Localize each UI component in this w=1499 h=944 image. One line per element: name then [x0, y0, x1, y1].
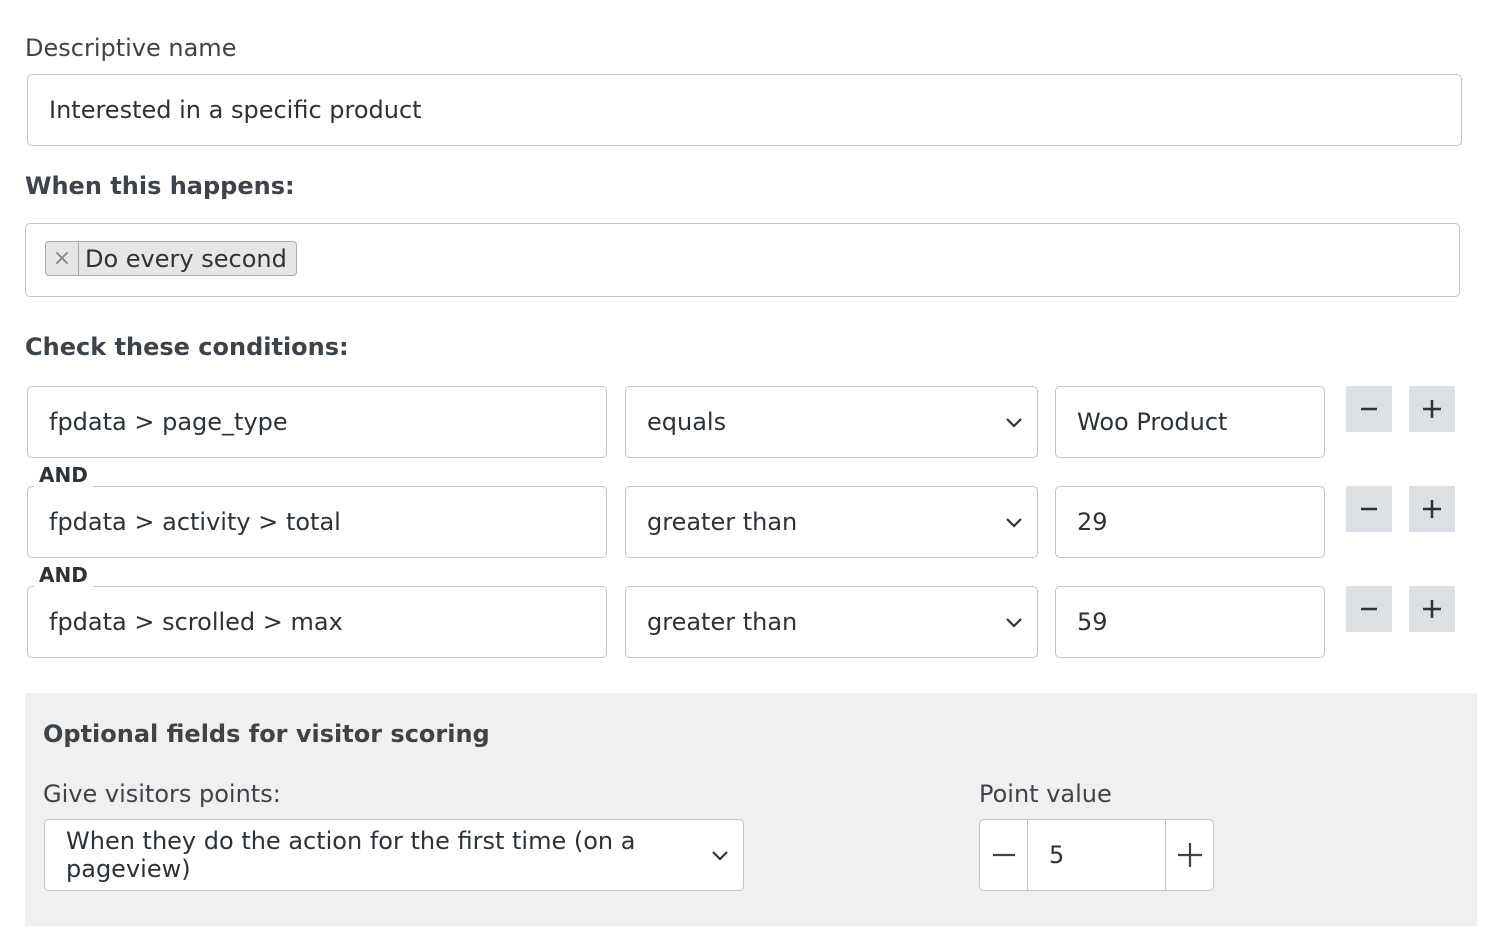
points-select[interactable]: When they do the action for the first ti…	[44, 819, 744, 891]
minus-icon	[1361, 407, 1377, 411]
plus-icon	[1423, 500, 1441, 518]
plus-icon	[1423, 400, 1441, 418]
condition-operator-select[interactable]: greater than	[625, 586, 1038, 658]
chevron-down-icon	[712, 851, 728, 861]
add-condition-button[interactable]	[1409, 486, 1455, 532]
condition-field-input[interactable]: fpdata > scrolled > max	[27, 586, 607, 658]
increment-button[interactable]	[1166, 820, 1213, 890]
add-condition-button[interactable]	[1409, 386, 1455, 432]
condition-field-value: fpdata > scrolled > max	[49, 608, 343, 636]
descriptive-name-value: Interested in a specific product	[49, 96, 422, 124]
condition-value-input[interactable]: Woo Product	[1055, 386, 1325, 458]
chevron-down-icon	[1006, 518, 1022, 528]
trigger-tag: × Do every second	[45, 241, 297, 276]
tag-remove-icon[interactable]: ×	[46, 242, 79, 275]
plus-icon	[1423, 600, 1441, 618]
condition-value-text: Woo Product	[1077, 408, 1228, 436]
remove-condition-button[interactable]	[1346, 486, 1392, 532]
add-condition-button[interactable]	[1409, 586, 1455, 632]
decrement-button[interactable]	[980, 820, 1027, 890]
plus-icon	[1177, 843, 1202, 867]
point-value-text: 5	[1049, 841, 1065, 869]
remove-condition-button[interactable]	[1346, 386, 1392, 432]
points-label: Give visitors points:	[43, 780, 281, 808]
condition-operator-value: equals	[647, 408, 727, 436]
point-value-label: Point value	[979, 780, 1112, 808]
chevron-down-icon	[1006, 418, 1022, 428]
condition-operator-select[interactable]: equals	[625, 386, 1038, 458]
descriptive-name-label: Descriptive name	[25, 34, 237, 62]
condition-operator-value: greater than	[647, 608, 798, 636]
minus-icon	[992, 853, 1015, 857]
points-select-value: When they do the action for the first ti…	[66, 827, 636, 883]
condition-field-value: fpdata > page_type	[49, 408, 288, 436]
minus-icon	[1361, 607, 1377, 611]
condition-value-text: 59	[1077, 608, 1108, 636]
condition-field-input[interactable]: fpdata > activity > total	[27, 486, 607, 558]
remove-condition-button[interactable]	[1346, 586, 1392, 632]
and-connector-label: AND	[34, 463, 93, 487]
minus-icon	[1361, 507, 1377, 511]
condition-value-input[interactable]: 29	[1055, 486, 1325, 558]
trigger-tag-label: Do every second	[85, 244, 287, 273]
conditions-heading: Check these conditions:	[25, 333, 349, 361]
condition-field-value: fpdata > activity > total	[49, 508, 341, 536]
condition-operator-value: greater than	[647, 508, 798, 536]
chevron-down-icon	[1006, 618, 1022, 628]
condition-value-input[interactable]: 59	[1055, 586, 1325, 658]
and-connector-label: AND	[34, 563, 93, 587]
scoring-heading: Optional fields for visitor scoring	[43, 720, 490, 748]
condition-operator-select[interactable]: greater than	[625, 486, 1038, 558]
point-value-stepper: 5	[979, 819, 1214, 891]
point-value-input[interactable]: 5	[1027, 820, 1166, 890]
condition-field-input[interactable]: fpdata > page_type	[27, 386, 607, 458]
condition-value-text: 29	[1077, 508, 1108, 536]
descriptive-name-input[interactable]: Interested in a specific product	[27, 74, 1462, 146]
trigger-heading: When this happens:	[25, 172, 295, 200]
